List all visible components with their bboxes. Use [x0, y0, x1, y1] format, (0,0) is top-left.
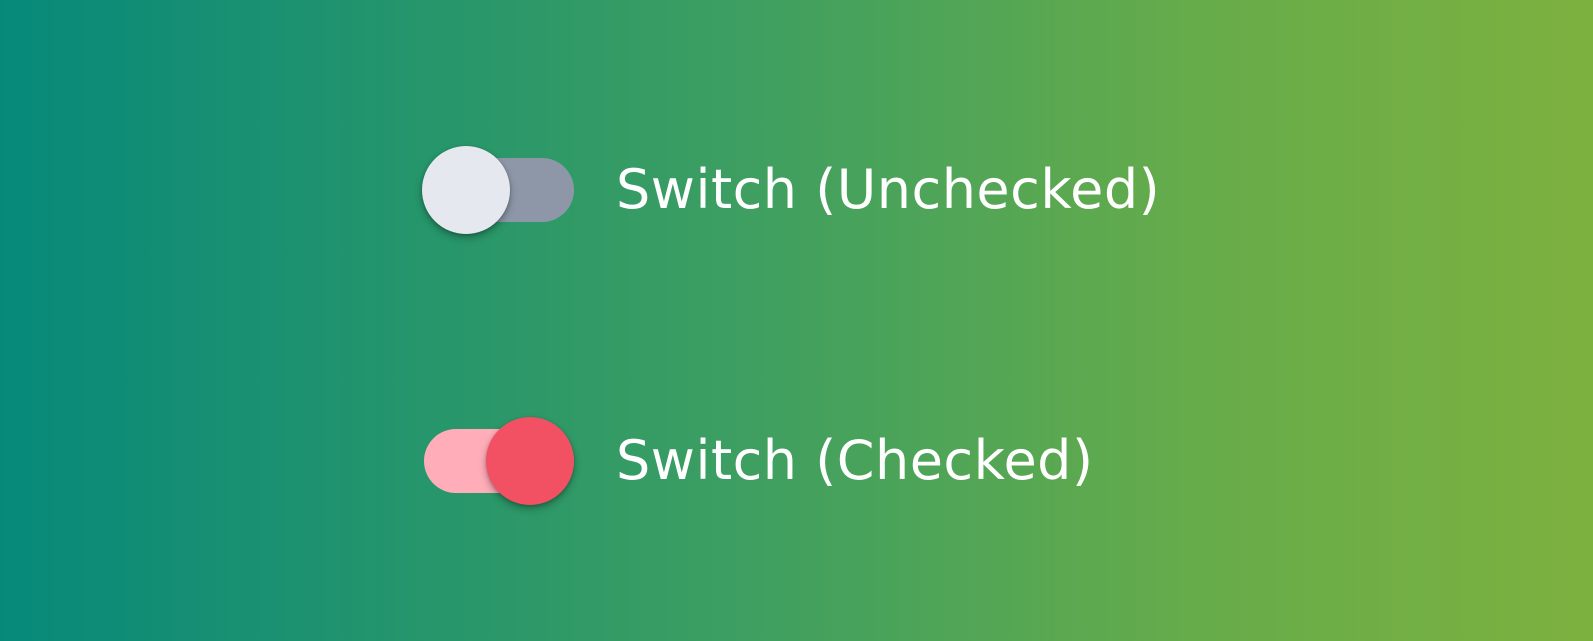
unchecked-switch-label: Switch (Unchecked): [616, 158, 1161, 221]
switch-demo-screen: Switch (Unchecked) Switch (Checked): [0, 0, 1593, 641]
unchecked-switch[interactable]: [422, 144, 574, 236]
switch-thumb: [486, 417, 574, 505]
checked-switch[interactable]: [422, 415, 574, 507]
switch-row-unchecked: Switch (Unchecked): [422, 144, 1160, 236]
switch-row-checked: Switch (Checked): [422, 415, 1094, 507]
checked-switch-label: Switch (Checked): [616, 429, 1094, 492]
switch-thumb: [422, 146, 510, 234]
